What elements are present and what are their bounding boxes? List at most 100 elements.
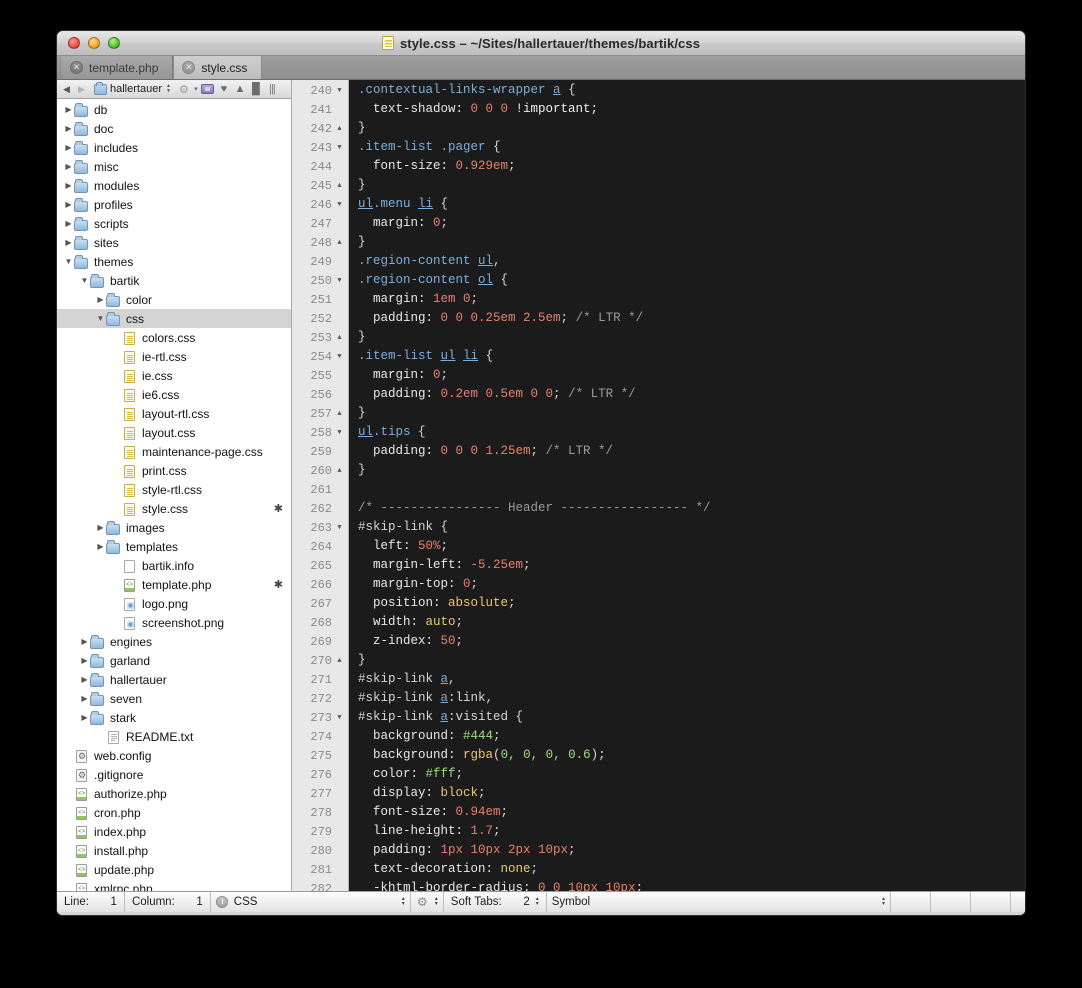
- gutter-line[interactable]: 260 ▲: [292, 461, 348, 480]
- fold-close-icon[interactable]: ▲: [335, 657, 344, 665]
- line-indicator[interactable]: Line: 1: [57, 892, 125, 912]
- column-indicator[interactable]: Column: 1: [125, 892, 211, 912]
- fold-close-icon[interactable]: ▲: [335, 334, 344, 342]
- gutter-line[interactable]: 276: [292, 765, 348, 784]
- code-line[interactable]: margin: 0;: [349, 214, 1025, 233]
- tree-item-web-config[interactable]: web.config: [57, 746, 291, 765]
- tree-item-xmlrpc-php[interactable]: xmlrpc.php: [57, 879, 291, 891]
- tree-item-template-php[interactable]: template.php ✱: [57, 575, 291, 594]
- chevron-down-icon[interactable]: ▼: [95, 314, 106, 323]
- tree-item-ie6-css[interactable]: ie6.css: [57, 385, 291, 404]
- gutter-line[interactable]: 242 ▲: [292, 119, 348, 138]
- tree-item-colors-css[interactable]: colors.css: [57, 328, 291, 347]
- code-line[interactable]: -khtml-border-radius: 0 0 10px 10px;: [349, 879, 1025, 891]
- gutter-line[interactable]: 241: [292, 100, 348, 119]
- tree-item-css[interactable]: ▼ css: [57, 309, 291, 328]
- chevron-right-icon[interactable]: ▶: [95, 295, 106, 304]
- line-number-gutter[interactable]: 240 ▼ 241 242 ▲ 243 ▼ 244 245 ▲ 246 ▼ 247 248 ▲ 249 250 ▼…: [292, 80, 349, 896]
- file-tree[interactable]: ▶ db ▶ doc ▶ includes ▶ misc ▶ modules ▶ profiles ▶ s…: [57, 99, 291, 891]
- tree-item-layout-css[interactable]: layout.css: [57, 423, 291, 442]
- tree-item-bartik-info[interactable]: bartik.info: [57, 556, 291, 575]
- chevron-right-icon[interactable]: ▶: [79, 656, 90, 665]
- tree-item-hallertauer[interactable]: ▶ hallertauer: [57, 670, 291, 689]
- chevron-right-icon[interactable]: ▶: [79, 713, 90, 722]
- close-icon[interactable]: ✕: [70, 61, 83, 74]
- gutter-line[interactable]: 266: [292, 575, 348, 594]
- chevron-right-icon[interactable]: ▶: [63, 162, 74, 171]
- tree-item-maintenance-page-css[interactable]: maintenance-page.css: [57, 442, 291, 461]
- gutter-line[interactable]: 251: [292, 290, 348, 309]
- syntax-stepper[interactable]: ▴ ▾: [402, 896, 405, 907]
- tree-item-includes[interactable]: ▶ includes: [57, 138, 291, 157]
- tree-item-cron-php[interactable]: cron.php: [57, 803, 291, 822]
- fold-open-icon[interactable]: ▼: [335, 87, 344, 95]
- code-line[interactable]: padding: 1px 10px 2px 10px;: [349, 841, 1025, 860]
- code-line[interactable]: padding: 0 0 0 1.25em; /* LTR */: [349, 442, 1025, 461]
- tree-item-screenshot-png[interactable]: screenshot.png: [57, 613, 291, 632]
- tree-item-misc[interactable]: ▶ misc: [57, 157, 291, 176]
- code-line[interactable]: margin-top: 0;: [349, 575, 1025, 594]
- syntax-mode-select[interactable]: CSS ▴ ▾: [211, 892, 411, 912]
- nav-back-icon[interactable]: ◀: [59, 81, 74, 98]
- gutter-line[interactable]: 248 ▲: [292, 233, 348, 252]
- fold-open-icon[interactable]: ▼: [335, 144, 344, 152]
- fold-close-icon[interactable]: ▲: [335, 467, 344, 475]
- code-line[interactable]: [349, 480, 1025, 499]
- tab-style-css[interactable]: ✕ style.css: [173, 56, 263, 79]
- gutter-line[interactable]: 262: [292, 499, 348, 518]
- gutter-line[interactable]: 257 ▲: [292, 404, 348, 423]
- code-line[interactable]: ul.tips {: [349, 423, 1025, 442]
- gutter-line[interactable]: 247: [292, 214, 348, 233]
- tree-item-modules[interactable]: ▶ modules: [57, 176, 291, 195]
- tree-item-ie-css[interactable]: ie.css: [57, 366, 291, 385]
- tree-item-update-php[interactable]: update.php: [57, 860, 291, 879]
- close-icon[interactable]: ✕: [182, 61, 196, 74]
- code-line[interactable]: #skip-link a,: [349, 670, 1025, 689]
- chevron-down-icon[interactable]: ▾: [192, 82, 200, 96]
- gutter-line[interactable]: 281: [292, 860, 348, 879]
- code-line[interactable]: left: 50%;: [349, 537, 1025, 556]
- settings-stepper[interactable]: ▴ ▾: [435, 896, 438, 907]
- gutter-line[interactable]: 259: [292, 442, 348, 461]
- project-name[interactable]: hallertauer: [110, 83, 162, 95]
- fold-open-icon[interactable]: ▼: [335, 524, 344, 532]
- tree-item-stark[interactable]: ▶ stark: [57, 708, 291, 727]
- zoom-button[interactable]: [108, 37, 120, 49]
- fold-open-icon[interactable]: ▼: [335, 429, 344, 437]
- tab-template-php[interactable]: ✕ template.php: [62, 56, 174, 79]
- code-line[interactable]: font-size: 0.94em;: [349, 803, 1025, 822]
- chevron-right-icon[interactable]: ▶: [95, 542, 106, 551]
- chevron-right-icon[interactable]: ▶: [63, 219, 74, 228]
- gutter-line[interactable]: 249: [292, 252, 348, 271]
- gutter-line[interactable]: 258 ▼: [292, 423, 348, 442]
- fold-close-icon[interactable]: ▲: [335, 125, 344, 133]
- gutter-line[interactable]: 255: [292, 366, 348, 385]
- gutter-line[interactable]: 244: [292, 157, 348, 176]
- code-line[interactable]: /* ---------------- Header -------------…: [349, 499, 1025, 518]
- gear-icon[interactable]: ⚙: [176, 82, 192, 96]
- tree-item-logo-png[interactable]: logo.png: [57, 594, 291, 613]
- soft-tabs-indicator[interactable]: Soft Tabs: 2 ▴ ▾: [444, 892, 547, 912]
- nav-forward-icon[interactable]: ▶: [74, 81, 89, 98]
- gutter-line[interactable]: 278: [292, 803, 348, 822]
- code-line[interactable]: .contextual-links-wrapper a {: [349, 81, 1025, 100]
- gutter-line[interactable]: 271: [292, 670, 348, 689]
- fold-open-icon[interactable]: ▼: [335, 201, 344, 209]
- code-line[interactable]: width: auto;: [349, 613, 1025, 632]
- fold-close-icon[interactable]: ▲: [335, 410, 344, 418]
- gutter-line[interactable]: 270 ▲: [292, 651, 348, 670]
- gutter-line[interactable]: 273 ▼: [292, 708, 348, 727]
- tree-item-README-txt[interactable]: README.txt: [57, 727, 291, 746]
- code-line[interactable]: background: #444;: [349, 727, 1025, 746]
- project-stepper[interactable]: ▲ ▼: [166, 84, 171, 94]
- gutter-line[interactable]: 275: [292, 746, 348, 765]
- home-icon[interactable]: ▲: [232, 82, 248, 96]
- code-line[interactable]: }: [349, 651, 1025, 670]
- gutter-line[interactable]: 280: [292, 841, 348, 860]
- code-line[interactable]: line-height: 1.7;: [349, 822, 1025, 841]
- code-line[interactable]: #skip-link {: [349, 518, 1025, 537]
- tree-item-garland[interactable]: ▶ garland: [57, 651, 291, 670]
- chevron-right-icon[interactable]: ▶: [63, 143, 74, 152]
- symbol-stepper[interactable]: ▴ ▾: [882, 896, 885, 907]
- code-line[interactable]: }: [349, 176, 1025, 195]
